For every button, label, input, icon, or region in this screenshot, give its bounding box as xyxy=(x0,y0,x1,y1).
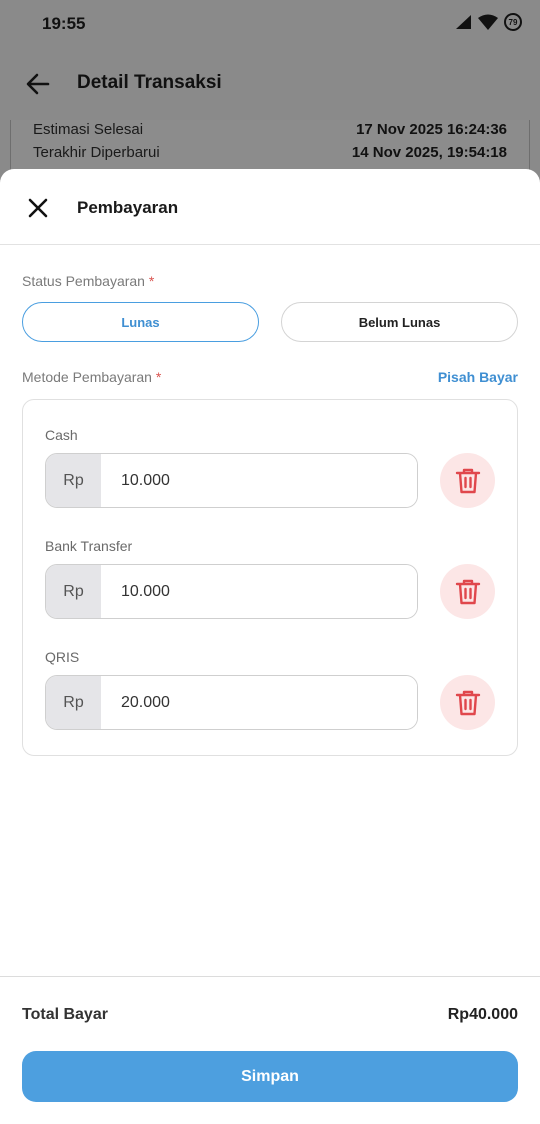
delete-button-cash[interactable] xyxy=(440,453,495,508)
info-label: Terakhir Diperbarui xyxy=(33,144,160,161)
trash-icon xyxy=(455,579,480,604)
save-button[interactable]: Simpan xyxy=(22,1051,518,1102)
status-bar: 19:55 79 xyxy=(0,0,540,48)
total-value: Rp40.000 xyxy=(447,1006,518,1023)
payment-status-label-text: Status Pembayaran xyxy=(22,273,145,289)
method-name: Cash xyxy=(45,427,78,443)
currency-prefix: Rp xyxy=(46,676,101,729)
payment-method-qris: QRIS Rp xyxy=(23,649,519,760)
sheet-header: Pembayaran xyxy=(0,169,540,245)
required-mark: * xyxy=(155,369,162,385)
info-value: 14 Nov 2025, 19:54:18 xyxy=(351,144,507,161)
back-arrow-icon[interactable] xyxy=(24,70,52,98)
payment-status-label: Status Pembayaran * xyxy=(22,273,154,289)
amount-input-bank-transfer[interactable] xyxy=(101,565,417,618)
page-header: Detail Transaksi xyxy=(0,48,540,120)
wifi-icon xyxy=(478,14,498,30)
amount-field: Rp xyxy=(45,675,418,730)
status-option-belum-lunas[interactable]: Belum Lunas xyxy=(281,302,518,342)
required-mark: * xyxy=(148,273,155,289)
amount-input-qris[interactable] xyxy=(101,676,417,729)
payment-method-bank-transfer: Bank Transfer Rp xyxy=(23,538,519,649)
info-label: Estimasi Selesai xyxy=(33,121,144,138)
split-payment-link[interactable]: Pisah Bayar xyxy=(438,369,518,385)
payment-method-cash: Cash Rp xyxy=(23,427,519,538)
method-name: Bank Transfer xyxy=(45,538,133,554)
delete-button-qris[interactable] xyxy=(440,675,495,730)
battery-icon: 79 xyxy=(504,13,522,31)
delete-button-bank-transfer[interactable] xyxy=(440,564,495,619)
sheet-title: Pembayaran xyxy=(77,198,179,217)
footer-divider xyxy=(0,976,540,977)
payment-method-label: Metode Pembayaran * xyxy=(22,369,161,385)
page-title: Detail Transaksi xyxy=(77,72,222,93)
status-time: 19:55 xyxy=(42,14,86,33)
close-icon[interactable] xyxy=(24,194,52,222)
payment-sheet: Pembayaran Status Pembayaran * Lunas Bel… xyxy=(0,169,540,1124)
status-option-lunas[interactable]: Lunas xyxy=(22,302,259,342)
amount-field: Rp xyxy=(45,564,418,619)
payment-method-label-text: Metode Pembayaran xyxy=(22,369,152,385)
amount-input-cash[interactable] xyxy=(101,454,417,507)
method-name: QRIS xyxy=(45,649,80,665)
amount-field: Rp xyxy=(45,453,418,508)
currency-prefix: Rp xyxy=(46,565,101,618)
currency-prefix: Rp xyxy=(46,454,101,507)
info-value: 17 Nov 2025 16:24:36 xyxy=(356,121,507,138)
trash-icon xyxy=(455,690,480,715)
trash-icon xyxy=(455,468,480,493)
status-icons: 79 xyxy=(456,13,522,31)
total-label: Total Bayar xyxy=(22,1006,108,1023)
payment-methods-box: Cash Rp Bank Transfer Rp xyxy=(22,399,518,756)
signal-icon xyxy=(456,15,471,29)
